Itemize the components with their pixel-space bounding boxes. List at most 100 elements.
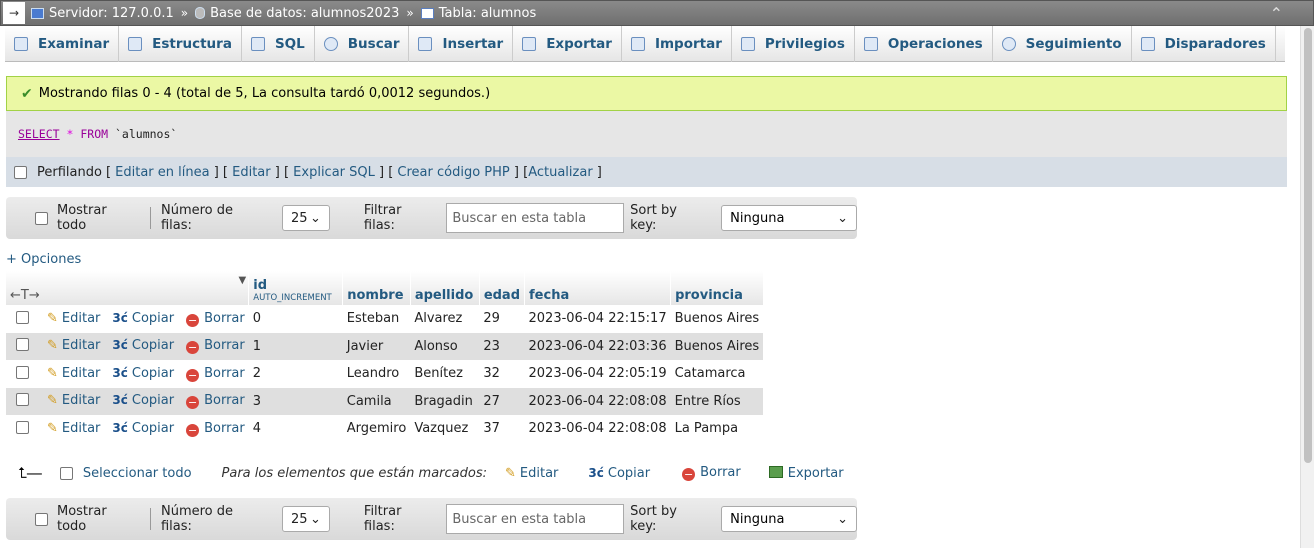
copy-row-link[interactable]: 3ć Copiar xyxy=(112,421,174,436)
cell-id[interactable]: 2 xyxy=(248,360,343,388)
cell-provincia[interactable]: Entre Ríos xyxy=(670,387,764,415)
select-all-checkbox[interactable] xyxy=(59,466,73,480)
delete-row-link[interactable]: − Borrar xyxy=(186,311,245,327)
cell-apellido[interactable]: Benítez xyxy=(410,360,480,388)
sort-select[interactable]: Ninguna ⌄ xyxy=(721,205,857,231)
create-php-link[interactable]: Crear código PHP xyxy=(397,165,509,180)
cell-edad[interactable]: 23 xyxy=(479,332,525,360)
copy-row-link[interactable]: 3ć Copiar xyxy=(112,366,174,381)
cell-nombre[interactable]: Javier xyxy=(342,332,411,360)
bulk-edit-button[interactable]: ✎ Editar xyxy=(505,466,558,481)
cell-id[interactable]: 0 xyxy=(248,305,343,333)
cell-id[interactable]: 1 xyxy=(248,332,343,360)
edit-row-link[interactable]: ✎ Editar xyxy=(47,311,100,326)
row-checkbox[interactable] xyxy=(16,393,29,407)
tab-buscar[interactable]: Buscar xyxy=(315,26,410,62)
bulk-copy-button[interactable]: 3ć Copiar xyxy=(588,466,650,481)
header-id[interactable]: id AUTO_INCREMENT xyxy=(248,271,344,305)
tab-seguimiento[interactable]: Seguimiento xyxy=(993,26,1132,62)
tab-examinar[interactable]: Examinar xyxy=(5,26,120,62)
cell-nombre[interactable]: Esteban xyxy=(342,305,411,333)
row-checkbox[interactable] xyxy=(16,310,29,324)
rows-select[interactable]: 25 ⌄ xyxy=(281,506,330,532)
cell-nombre[interactable]: Leandro xyxy=(342,360,411,388)
sort-desc-icon[interactable]: ▼ xyxy=(239,275,247,286)
header-apellido[interactable]: apellido xyxy=(410,271,480,305)
select-all-link[interactable]: Seleccionar todo xyxy=(83,466,192,481)
row-checkbox[interactable] xyxy=(16,420,29,434)
options-link[interactable]: + Opciones xyxy=(6,252,81,267)
cell-edad[interactable]: 27 xyxy=(479,387,525,415)
column-resize-icon[interactable]: ←T→ xyxy=(10,288,40,303)
arrow-right-icon[interactable]: → xyxy=(3,2,25,24)
edit-row-link[interactable]: ✎ Editar xyxy=(47,366,100,381)
tab-exportar[interactable]: Exportar xyxy=(513,26,622,62)
cell-fecha[interactable]: 2023-06-04 22:05:19 xyxy=(524,360,671,388)
tab-operaciones[interactable]: Operaciones xyxy=(855,26,993,62)
delete-row-link[interactable]: − Borrar xyxy=(186,338,245,355)
cell-fecha[interactable]: 2023-06-04 22:15:17 xyxy=(524,305,671,333)
cell-id[interactable]: 3 xyxy=(248,387,343,415)
cell-edad[interactable]: 32 xyxy=(479,360,525,388)
row-checkbox[interactable] xyxy=(16,365,29,379)
tab-privilegios[interactable]: Privilegios xyxy=(732,26,855,62)
explain-sql-link[interactable]: Explicar SQL xyxy=(293,165,375,180)
tab-disparadores[interactable]: Disparadores xyxy=(1132,26,1276,62)
breadcrumb-database[interactable]: Base de datos: alumnos2023 xyxy=(195,6,399,21)
vertical-scrollbar[interactable] xyxy=(1300,26,1314,548)
copy-row-link[interactable]: 3ć Copiar xyxy=(112,311,174,326)
header-provincia[interactable]: provincia xyxy=(670,271,764,305)
copy-row-link[interactable]: 3ć Copiar xyxy=(112,393,174,408)
filter-input[interactable]: Buscar en esta tabla xyxy=(446,504,625,534)
breadcrumb-server[interactable]: Servidor: 127.0.0.1 xyxy=(31,6,174,21)
cell-provincia[interactable]: Buenos Aires xyxy=(670,305,764,333)
row-checkbox[interactable] xyxy=(16,338,29,352)
tab-insertar[interactable]: Insertar xyxy=(409,26,514,62)
edit-link[interactable]: Editar xyxy=(232,165,271,180)
delete-row-link[interactable]: − Borrar xyxy=(186,366,245,382)
show-all-checkbox[interactable] xyxy=(35,211,48,225)
collapse-up-icon[interactable]: ⌃ xyxy=(1270,4,1283,23)
tab-estructura[interactable]: Estructura xyxy=(119,26,242,62)
copy-row-link[interactable]: 3ć Copiar xyxy=(112,338,174,353)
cell-provincia[interactable]: La Pampa xyxy=(670,415,764,443)
cell-nombre[interactable]: Camila xyxy=(342,387,411,415)
delete-row-link[interactable]: − Borrar xyxy=(186,393,245,410)
cell-fecha[interactable]: 2023-06-04 22:08:08 xyxy=(524,415,671,443)
bulk-delete-button[interactable]: − Borrar xyxy=(682,465,741,481)
cell-provincia[interactable]: Catamarca xyxy=(670,360,764,388)
table-icon xyxy=(420,7,434,19)
delete-row-link[interactable]: − Borrar xyxy=(186,421,245,437)
column-toggle-header[interactable]: ←T→ ▼ xyxy=(6,271,250,305)
refresh-link[interactable]: Actualizar xyxy=(528,165,592,180)
cell-id[interactable]: 4 xyxy=(248,415,343,443)
edit-inline-link[interactable]: Editar en línea xyxy=(115,165,209,180)
cell-apellido[interactable]: Bragadin xyxy=(410,387,480,415)
edit-row-link[interactable]: ✎ Editar xyxy=(47,421,100,436)
breadcrumb-table[interactable]: Tabla: alumnos xyxy=(420,6,536,21)
cell-edad[interactable]: 37 xyxy=(479,415,525,443)
cell-apellido[interactable]: Alonso xyxy=(410,332,480,360)
sort-select[interactable]: Ninguna ⌄ xyxy=(721,506,857,532)
cell-apellido[interactable]: Vazquez xyxy=(410,415,480,443)
edit-row-link[interactable]: ✎ Editar xyxy=(47,393,100,408)
tab-importar[interactable]: Importar xyxy=(622,26,732,62)
cell-edad[interactable]: 29 xyxy=(479,305,525,333)
cell-apellido[interactable]: Alvarez xyxy=(410,305,480,333)
rows-select[interactable]: 25 ⌄ xyxy=(281,205,330,231)
cell-fecha[interactable]: 2023-06-04 22:08:08 xyxy=(524,387,671,415)
filter-input[interactable]: Buscar en esta tabla xyxy=(446,203,625,233)
bulk-export-button[interactable]: Exportar xyxy=(768,465,844,481)
sql-keyword-select[interactable]: SELECT xyxy=(18,127,60,141)
profiling-checkbox[interactable] xyxy=(14,165,27,179)
header-edad[interactable]: edad xyxy=(479,271,526,305)
cell-provincia[interactable]: Buenos Aires xyxy=(670,332,764,360)
edit-row-link[interactable]: ✎ Editar xyxy=(47,338,100,353)
cell-fecha[interactable]: 2023-06-04 22:03:36 xyxy=(524,332,671,360)
cell-nombre[interactable]: Argemiro xyxy=(342,415,411,443)
header-fecha[interactable]: fecha xyxy=(524,271,672,305)
scrollbar-thumb[interactable] xyxy=(1304,28,1312,463)
tab-sql[interactable]: SQL xyxy=(242,26,315,62)
show-all-checkbox[interactable] xyxy=(35,512,48,526)
header-nombre[interactable]: nombre xyxy=(342,271,411,305)
